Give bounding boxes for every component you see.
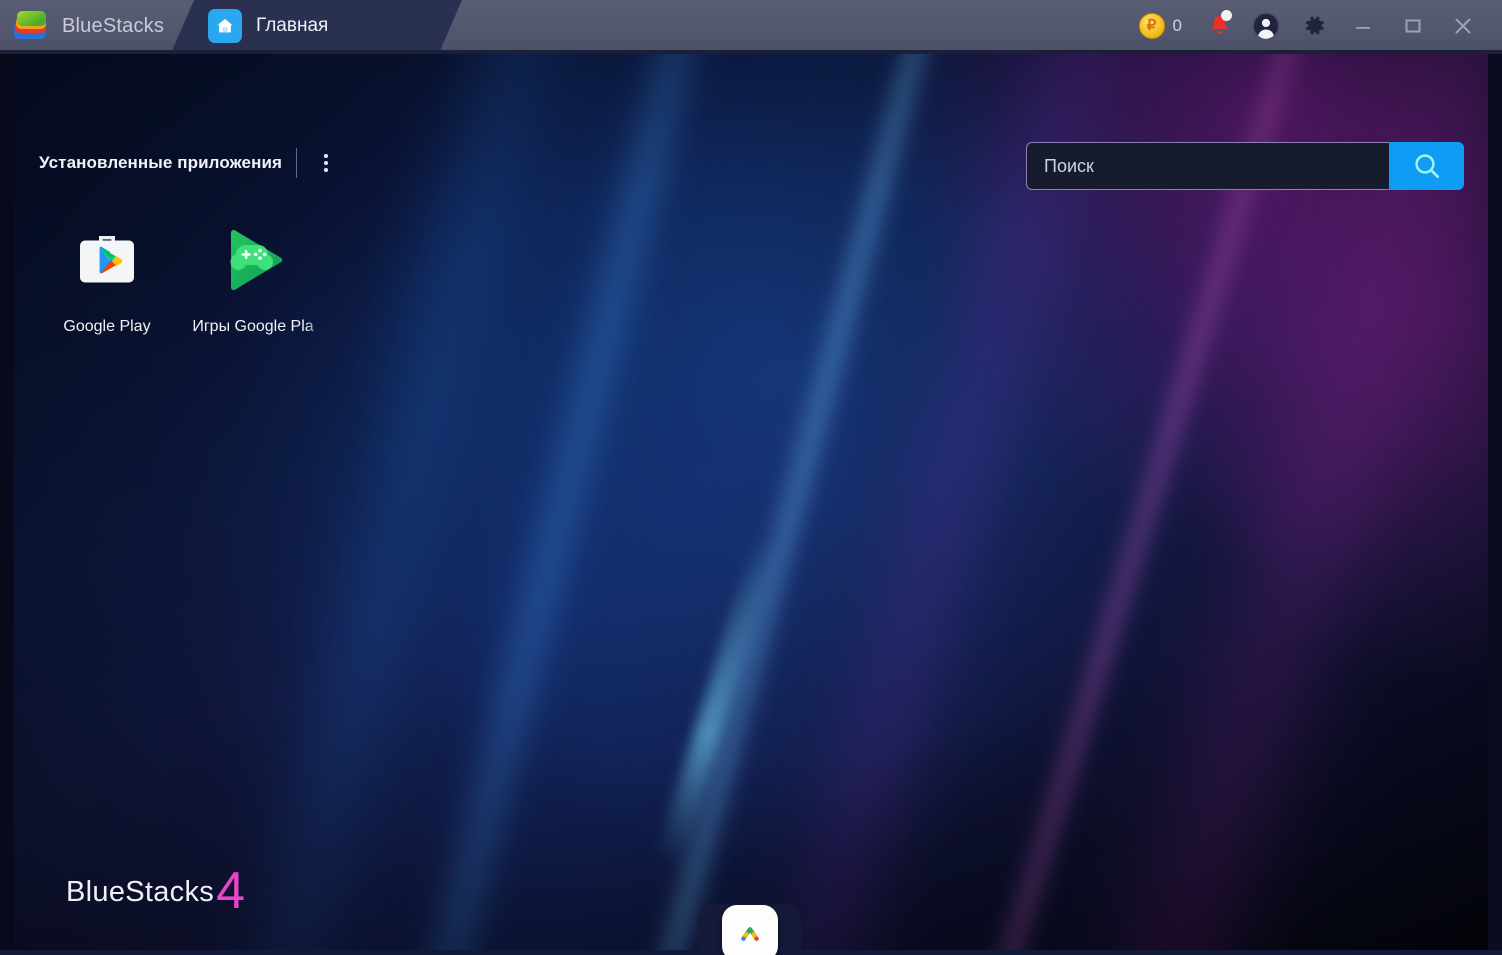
gear-icon <box>1305 16 1324 35</box>
app-grid: Google Play Игры Google Pla <box>34 220 326 336</box>
dock-panel <box>698 904 801 955</box>
window-left-border <box>0 52 14 955</box>
notification-badge-dot <box>1221 10 1232 21</box>
google-play-games-icon <box>213 220 293 300</box>
window-right-border <box>1488 52 1502 955</box>
tab-home-label: Главная <box>256 14 329 36</box>
notifications-button[interactable] <box>1196 0 1242 51</box>
minimize-icon <box>1356 26 1370 29</box>
app-brand: BlueStacks <box>12 5 164 47</box>
search-field[interactable] <box>1026 142 1389 190</box>
maximize-icon <box>1405 19 1421 32</box>
google-play-store-icon <box>67 220 147 300</box>
user-avatar-icon <box>1252 11 1280 40</box>
account-button[interactable] <box>1242 0 1290 51</box>
titlebar-controls: ₽ 0 <box>1131 0 1488 51</box>
app-label: Игры Google Pla <box>192 318 314 335</box>
app-tile-google-play[interactable]: Google Play <box>34 220 180 336</box>
ruble-coin-icon: ₽ <box>1138 12 1165 39</box>
bluestacks-logo-icon <box>12 9 52 43</box>
search-bar <box>1026 142 1464 190</box>
search-button[interactable] <box>1389 142 1464 190</box>
minimize-button[interactable] <box>1338 0 1388 51</box>
kebab-menu-icon[interactable] <box>315 148 337 178</box>
settings-button[interactable] <box>1290 0 1338 51</box>
android-desktop: Установленные приложения Поиск Google Pl… <box>0 52 1502 955</box>
home-icon <box>208 8 242 43</box>
installed-apps-header: Установленные приложения <box>39 148 337 178</box>
app-label: Google Play <box>63 318 151 335</box>
close-button[interactable] <box>1438 0 1488 51</box>
brand-label: BlueStacks <box>62 14 165 37</box>
watermark-version: 4 <box>216 862 245 920</box>
coin-balance[interactable]: ₽ 0 <box>1131 12 1196 39</box>
bluestacks-watermark: BlueStacks 4 <box>66 862 245 920</box>
coin-count-label: 0 <box>1172 15 1182 35</box>
search-icon <box>1414 154 1439 179</box>
page-title: Установленные приложения <box>39 153 283 172</box>
maximize-button[interactable] <box>1388 0 1438 51</box>
google-chevron-icon[interactable] <box>721 904 778 955</box>
title-bar: BlueStacks Главная ₽ 0 <box>0 0 1502 52</box>
watermark-label: BlueStacks <box>66 876 215 908</box>
titlebar-divider <box>0 50 1502 54</box>
tab-home[interactable]: Главная <box>172 0 462 51</box>
app-tile-google-play-games[interactable]: Игры Google Pla <box>180 220 326 336</box>
close-icon <box>1455 18 1471 33</box>
header-divider <box>296 148 298 178</box>
bluestacks-window: BlueStacks Главная ₽ 0 Установленные при… <box>0 0 1502 955</box>
search-input[interactable] <box>1044 143 1389 189</box>
